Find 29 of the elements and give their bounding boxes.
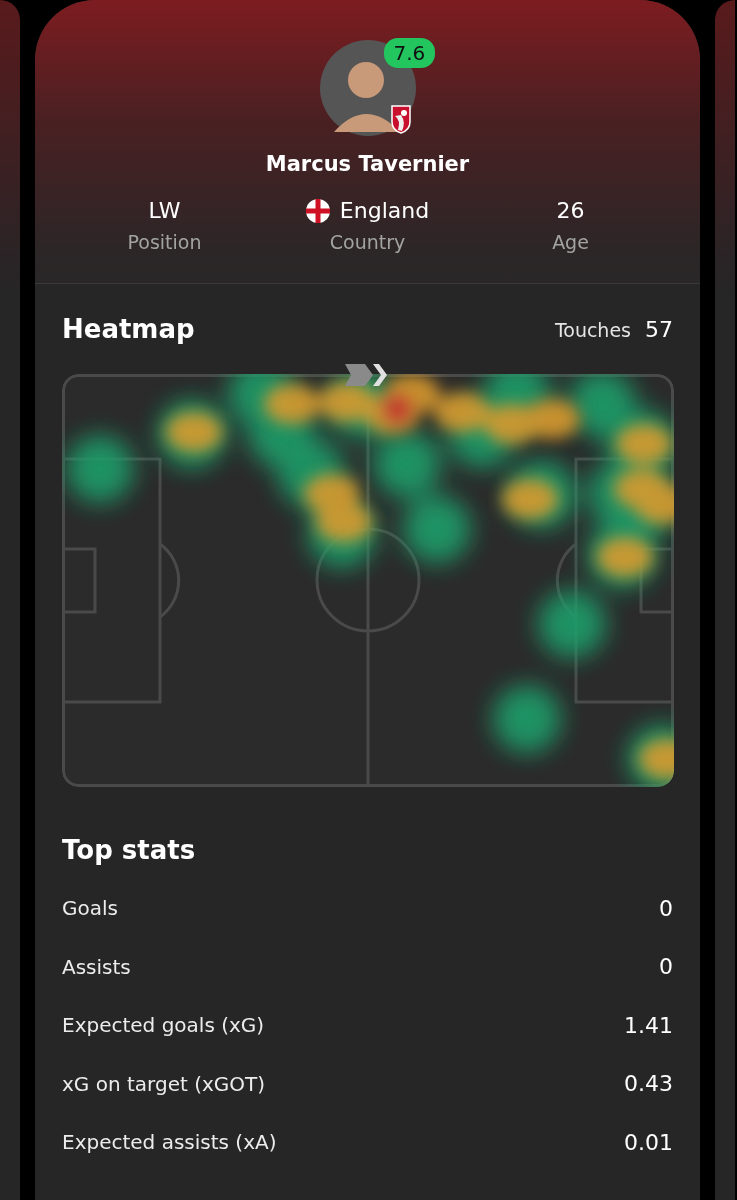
flag-icon xyxy=(305,198,330,223)
fact-value: LW xyxy=(148,198,181,223)
touches-value: 57 xyxy=(645,316,673,342)
fact-label: Country xyxy=(329,231,406,253)
rating-badge: 7.6 xyxy=(383,38,436,68)
fact-label: Age xyxy=(552,231,589,253)
heat-spot xyxy=(493,685,561,753)
stat-label: Expected assists (xA) xyxy=(62,1130,277,1155)
stat-label: Assists xyxy=(62,954,131,979)
stat-value: 1.41 xyxy=(624,1012,673,1038)
stat-value: 0.43 xyxy=(624,1071,673,1097)
stat-label: Expected goals (xG) xyxy=(62,1013,265,1038)
stat-value: 0 xyxy=(659,895,673,921)
section-title: Heatmap xyxy=(62,314,195,344)
stat-value: 0 xyxy=(659,954,673,980)
heat-spot xyxy=(538,590,606,658)
fact-value: England xyxy=(339,198,430,223)
section-title: Top stats xyxy=(62,835,197,865)
direction-chevron-icon xyxy=(345,362,389,388)
club-crest-icon xyxy=(389,104,412,134)
heat-spot xyxy=(403,495,471,563)
stat-label: Goals xyxy=(62,896,118,921)
fact-label: Position xyxy=(127,231,202,253)
touches-label: Touches xyxy=(554,318,631,341)
player-name: Marcus Tavernier xyxy=(265,152,470,176)
fact-value: 26 xyxy=(556,198,585,223)
stat-label: xG on target (xGOT) xyxy=(62,1071,266,1096)
heat-spot xyxy=(66,435,134,503)
stat-value: 0.01 xyxy=(624,1129,673,1155)
